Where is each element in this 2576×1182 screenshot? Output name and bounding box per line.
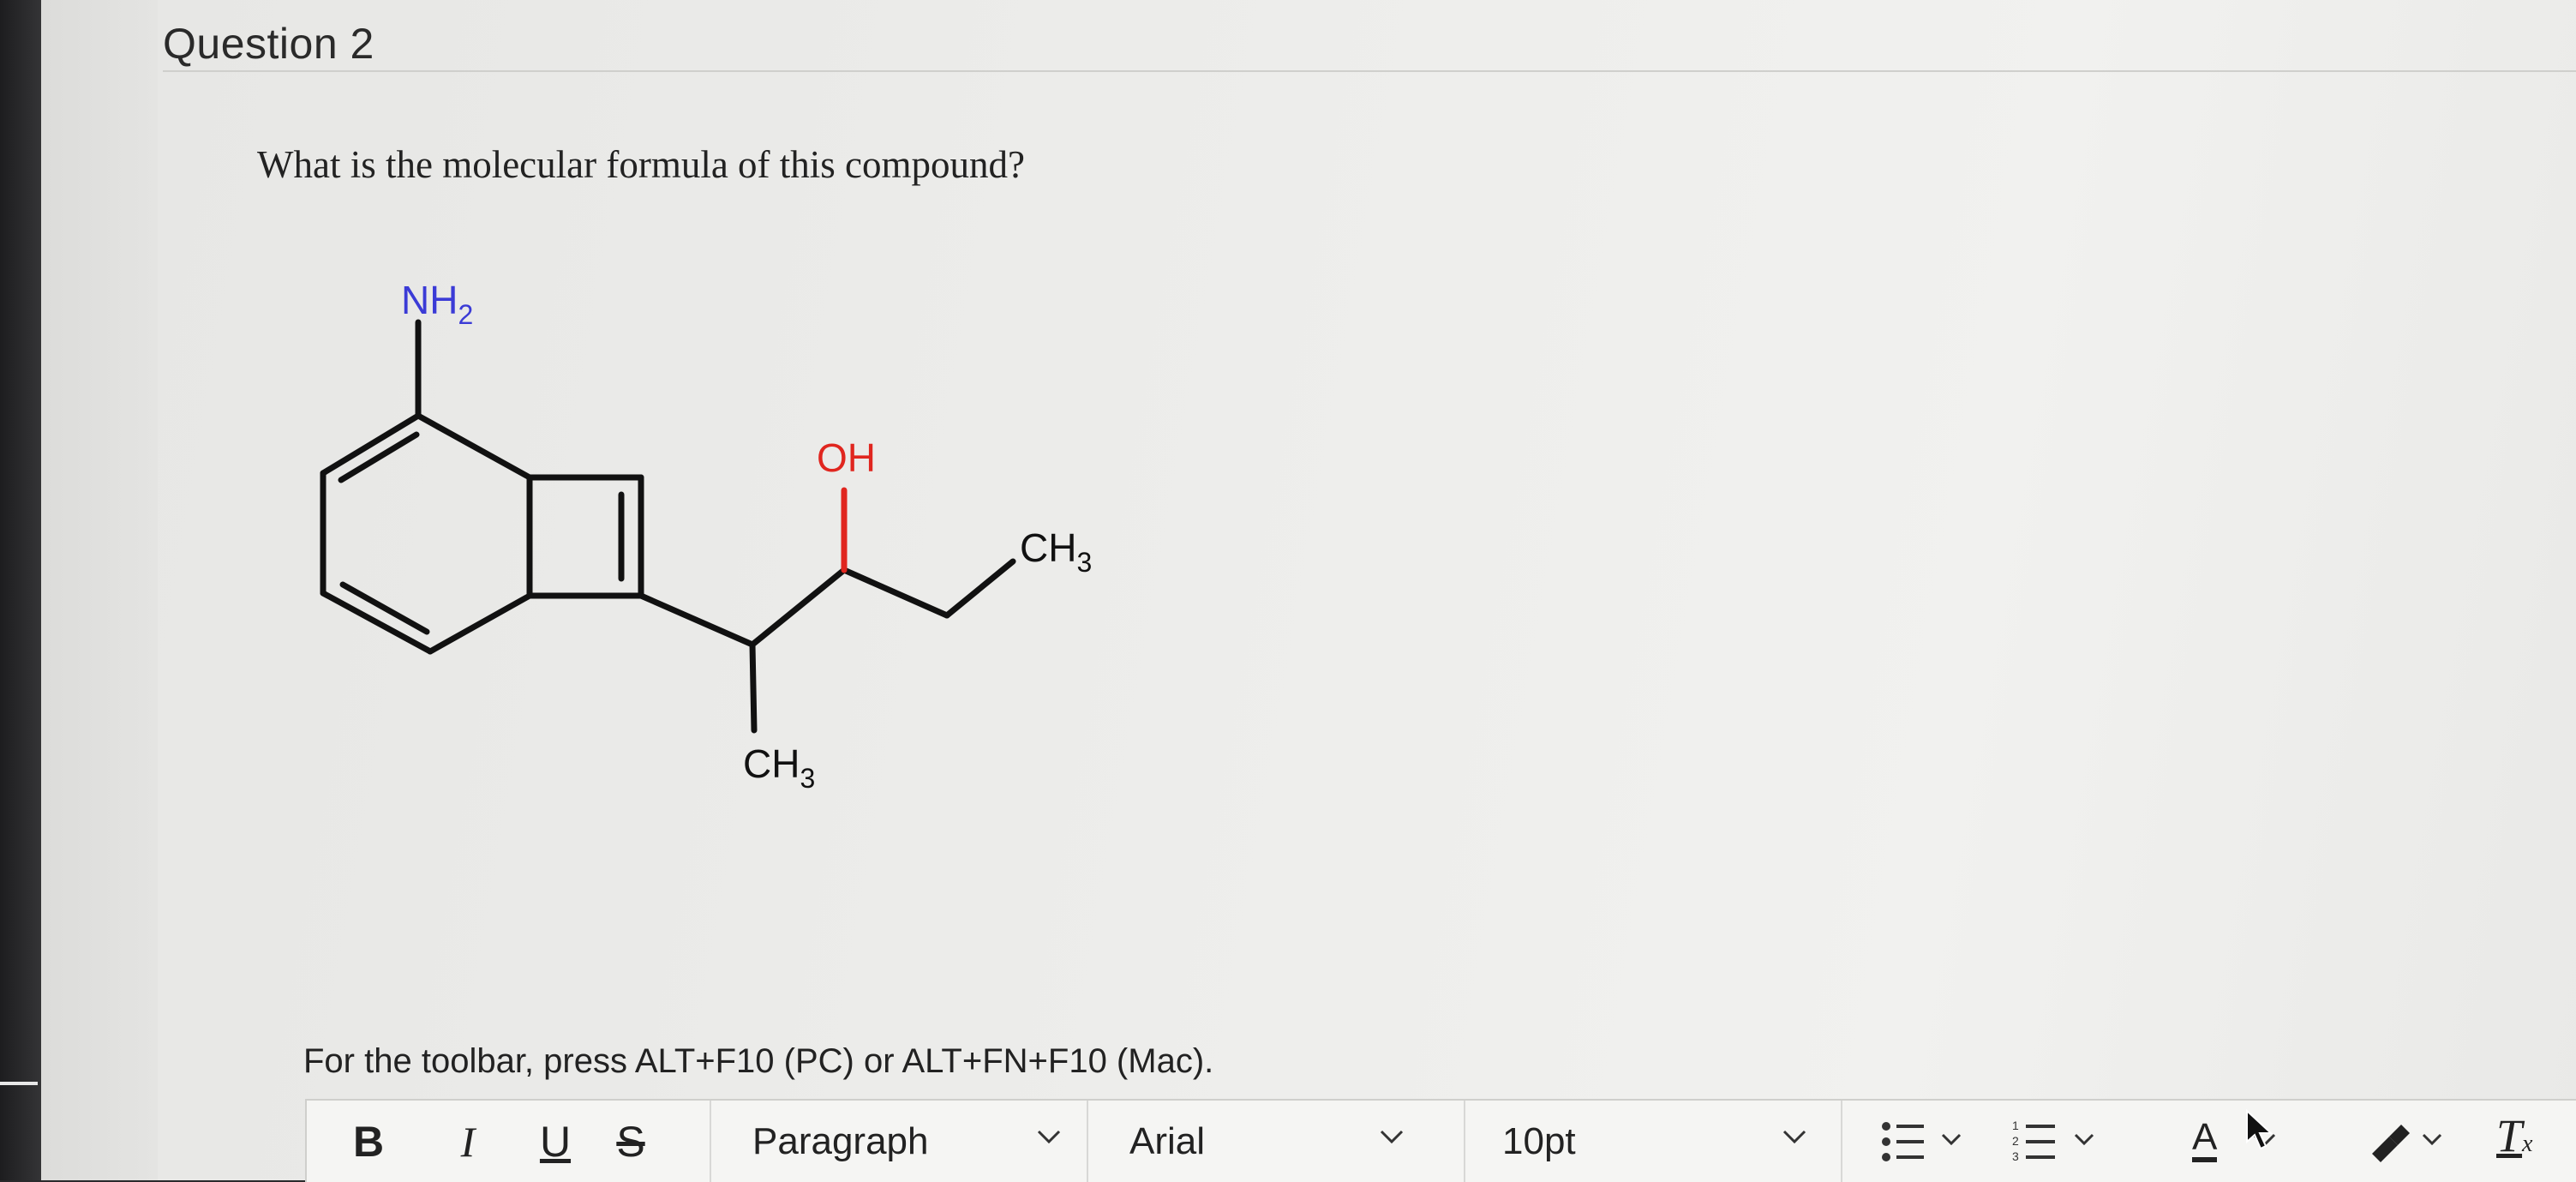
chevron-down-icon — [1037, 1130, 1061, 1144]
text-color-label: A — [2192, 1118, 2218, 1162]
paragraph-format-value: Paragraph — [752, 1119, 929, 1162]
clear-formatting-icon[interactable]: Tx — [2496, 1109, 2565, 1173]
font-size-select[interactable]: 10pt — [1502, 1101, 1811, 1182]
toolbar-separator — [1841, 1101, 1842, 1182]
toolbar-separator — [710, 1101, 711, 1182]
numbered-list-icon[interactable]: 1 23 — [2012, 1119, 2106, 1164]
clear-format-sub: x — [2522, 1131, 2533, 1157]
toolbar-separator — [1087, 1101, 1088, 1182]
svg-text:1: 1 — [2012, 1119, 2019, 1132]
bond — [415, 412, 533, 481]
bond — [427, 592, 533, 655]
editor-toolbar: B I U S Paragraph Arial 10pt 1 23 A Tx — [305, 1099, 2576, 1182]
svg-text:3: 3 — [2012, 1149, 2019, 1163]
molecule-structure: NH2 OH CH3 CH3 — [320, 278, 1092, 794]
ch3-label-methyl: CH3 — [743, 741, 815, 794]
bond — [749, 641, 758, 734]
oh-label: OH — [817, 435, 876, 480]
toolbar-separator — [1464, 1101, 1465, 1182]
bond — [638, 592, 756, 648]
bond — [944, 558, 1016, 619]
clear-format-label: T — [2496, 1110, 2523, 1161]
chevron-down-icon — [1380, 1130, 1404, 1144]
font-size-value: 10pt — [1502, 1119, 1576, 1162]
bond — [749, 567, 848, 648]
strikethrough-icon[interactable]: S — [607, 1101, 655, 1182]
toolbar-hint: For the toolbar, press ALT+F10 (PC) or A… — [303, 1042, 1214, 1080]
underline-icon[interactable]: U — [531, 1101, 579, 1182]
screen: Question 2 What is the molecular formula… — [0, 0, 2576, 1182]
nh2-label: NH2 — [401, 278, 473, 330]
mouse-cursor-icon — [2246, 1109, 2273, 1150]
highlight-icon[interactable] — [2363, 1119, 2458, 1164]
bond — [841, 567, 950, 619]
bold-icon[interactable]: B — [344, 1101, 392, 1182]
chevron-down-icon — [1782, 1130, 1806, 1144]
bonds — [320, 319, 1016, 734]
svg-text:2: 2 — [2012, 1134, 2019, 1148]
font-family-value: Arial — [1129, 1119, 1206, 1162]
italic-icon[interactable]: I — [444, 1101, 492, 1182]
bullet-list-icon[interactable] — [1879, 1119, 1974, 1164]
ch3-label-ethyl: CH3 — [1020, 525, 1092, 578]
font-family-select[interactable]: Arial — [1129, 1101, 1455, 1182]
paragraph-format-select[interactable]: Paragraph — [752, 1101, 1078, 1182]
